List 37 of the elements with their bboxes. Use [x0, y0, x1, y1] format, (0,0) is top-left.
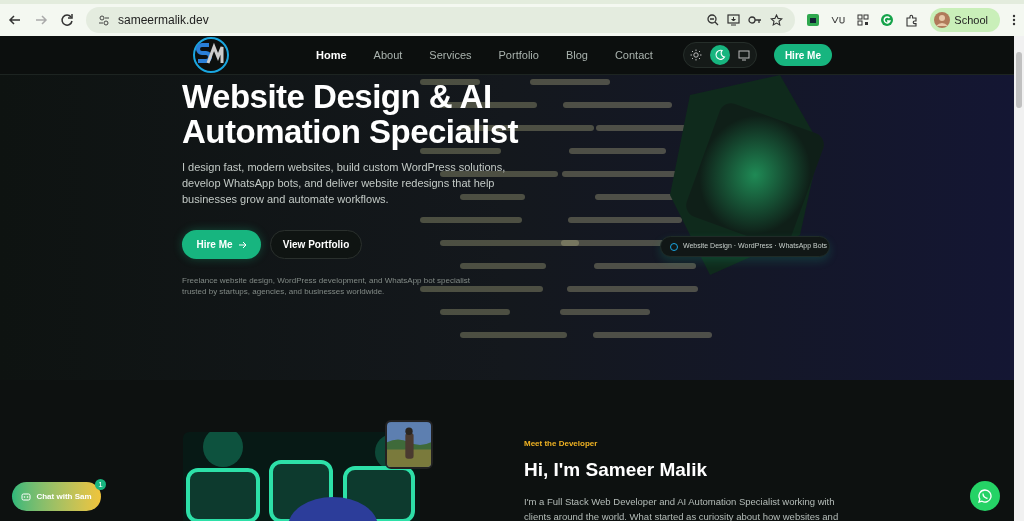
sun-icon [689, 49, 702, 61]
reload-icon[interactable] [60, 13, 74, 27]
nav-link[interactable]: Home [316, 46, 347, 64]
nav-link[interactable]: About [373, 46, 403, 64]
nav-link[interactable]: Blog [565, 46, 588, 64]
nav-link[interactable]: Portfolio [498, 46, 539, 64]
arrow-right-icon [238, 240, 247, 249]
back-icon[interactable] [8, 13, 22, 27]
hero-note: Freelance website design, WordPress development, and WhatsApp bot specialist trusted by startups, agencies, and businesses worldwide. [182, 275, 471, 297]
nav-link[interactable]: Contact [614, 46, 653, 64]
eyebrow-label: Meet the Developer [524, 438, 599, 450]
avatar-icon [934, 12, 951, 28]
zoom-icon[interactable] [707, 14, 720, 26]
moon-icon [713, 49, 726, 61]
section-heading: Hi, I'm Sameer Malik [524, 458, 708, 482]
whatsapp-icon [978, 489, 992, 503]
address-bar[interactable]: sameermalik.dev [86, 7, 796, 33]
puzzle-icon[interactable] [905, 13, 919, 27]
scrollbar[interactable] [1014, 36, 1024, 521]
notification-badge: 1 [95, 479, 106, 490]
site-settings-icon [98, 14, 110, 26]
url-text: sameermalik.dev [118, 12, 210, 29]
hero-title: Website Design & AI Automation Specialist [182, 79, 520, 149]
star-icon[interactable] [770, 13, 784, 27]
hero-description: I design fast, modern websites, build custom WordPress solutions, develop WhatsApp bots, and deliver website redesigns that help businesses grow and automate workflows. [182, 160, 507, 207]
key-icon[interactable] [748, 15, 763, 25]
menu-icon[interactable] [1012, 14, 1016, 26]
monitor-icon [737, 49, 750, 61]
install-icon[interactable] [727, 14, 741, 26]
view-portfolio-button[interactable]: View Portfolio [270, 230, 362, 259]
extension-icon[interactable] [807, 14, 820, 26]
profile-button[interactable]: School [930, 8, 1000, 32]
qr-code-icon[interactable] [857, 14, 870, 26]
bot-icon [21, 492, 32, 501]
moon-theme-button[interactable] [709, 45, 730, 65]
nav-link[interactable]: Services [429, 46, 472, 64]
about-text: I'm a Full Stack Web Developer and AI Automation Specialist working with clients around the world. What started as curiosity about how websites and [524, 494, 840, 521]
